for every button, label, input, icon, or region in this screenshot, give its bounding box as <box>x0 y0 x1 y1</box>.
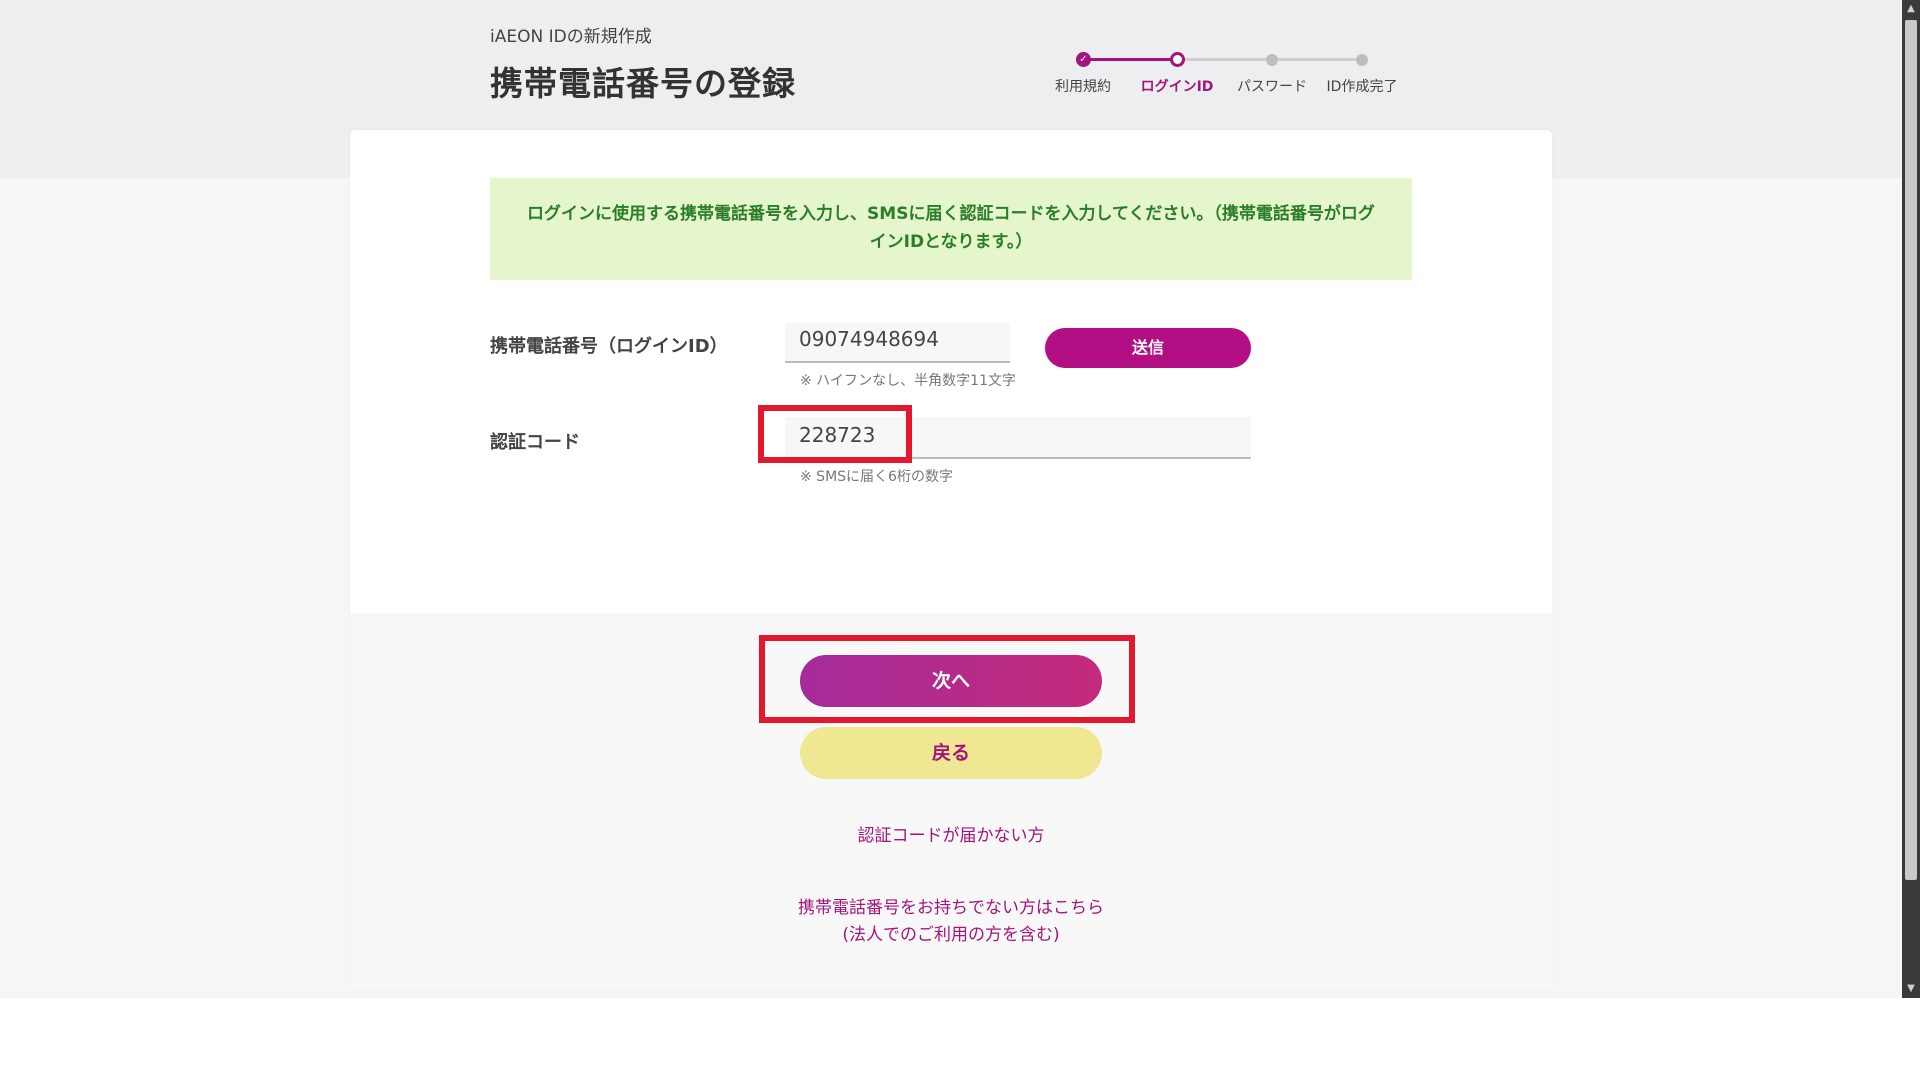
next-highlight-box <box>759 635 1135 723</box>
step-dot-terms: ✓ <box>1076 52 1091 67</box>
phone-input[interactable]: 09074948694 <box>785 323 1010 363</box>
check-icon: ✓ <box>1079 54 1088 65</box>
info-notice: ログインに使用する携帯電話番号を入力し、SMSに届く認証コードを入力してください… <box>490 178 1412 280</box>
code-hint: ※ SMSに届く6桁の数字 <box>800 469 953 485</box>
step-dot-login-id <box>1170 52 1185 67</box>
phone-hint: ※ ハイフンなし、半角数字11文字 <box>800 373 1016 389</box>
scrollbar-thumb[interactable] <box>1905 20 1917 880</box>
step-connector-2 <box>1177 58 1272 61</box>
step-dot-password <box>1266 54 1278 66</box>
code-not-received-link[interactable]: 認証コードが届かない方 <box>350 822 1552 850</box>
vertical-scrollbar[interactable]: ▲ ▼ <box>1902 0 1920 998</box>
progress-stepper: ✓ 利用規約 ログインID パスワード ID作成完了 <box>1040 48 1420 108</box>
no-phone-link[interactable]: 携帯電話番号をお持ちでない方はこちら <box>350 894 1552 922</box>
step-label-complete: ID作成完了 <box>1326 79 1398 95</box>
registration-card: ログインに使用する携帯電話番号を入力し、SMSに届く認証コードを入力してください… <box>350 130 1552 990</box>
no-phone-link-note[interactable]: (法人でのご利用の方を含む) <box>350 921 1552 949</box>
step-connector-1 <box>1083 58 1177 61</box>
step-dot-complete <box>1356 54 1368 66</box>
page-title: 携帯電話番号の登録 <box>490 64 796 103</box>
step-connector-3 <box>1272 58 1362 61</box>
send-sms-button[interactable]: 送信 <box>1045 328 1251 368</box>
step-label-login-id: ログインID <box>1140 79 1214 95</box>
scroll-down-icon[interactable]: ▼ <box>1902 980 1920 998</box>
page-bottom <box>0 998 1902 1080</box>
phone-label: 携帯電話番号（ログインID） <box>490 336 728 357</box>
scroll-up-icon[interactable]: ▲ <box>1902 0 1920 18</box>
page-subtitle: iAEON IDの新規作成 <box>490 27 652 47</box>
page-header: iAEON IDの新規作成 携帯電話番号の登録 <box>490 22 796 105</box>
code-label: 認証コード <box>490 432 580 453</box>
back-button[interactable]: 戻る <box>800 727 1102 779</box>
step-label-password: パスワード <box>1237 79 1307 95</box>
step-label-terms: 利用規約 <box>1055 79 1111 95</box>
code-highlight-box <box>758 405 912 463</box>
